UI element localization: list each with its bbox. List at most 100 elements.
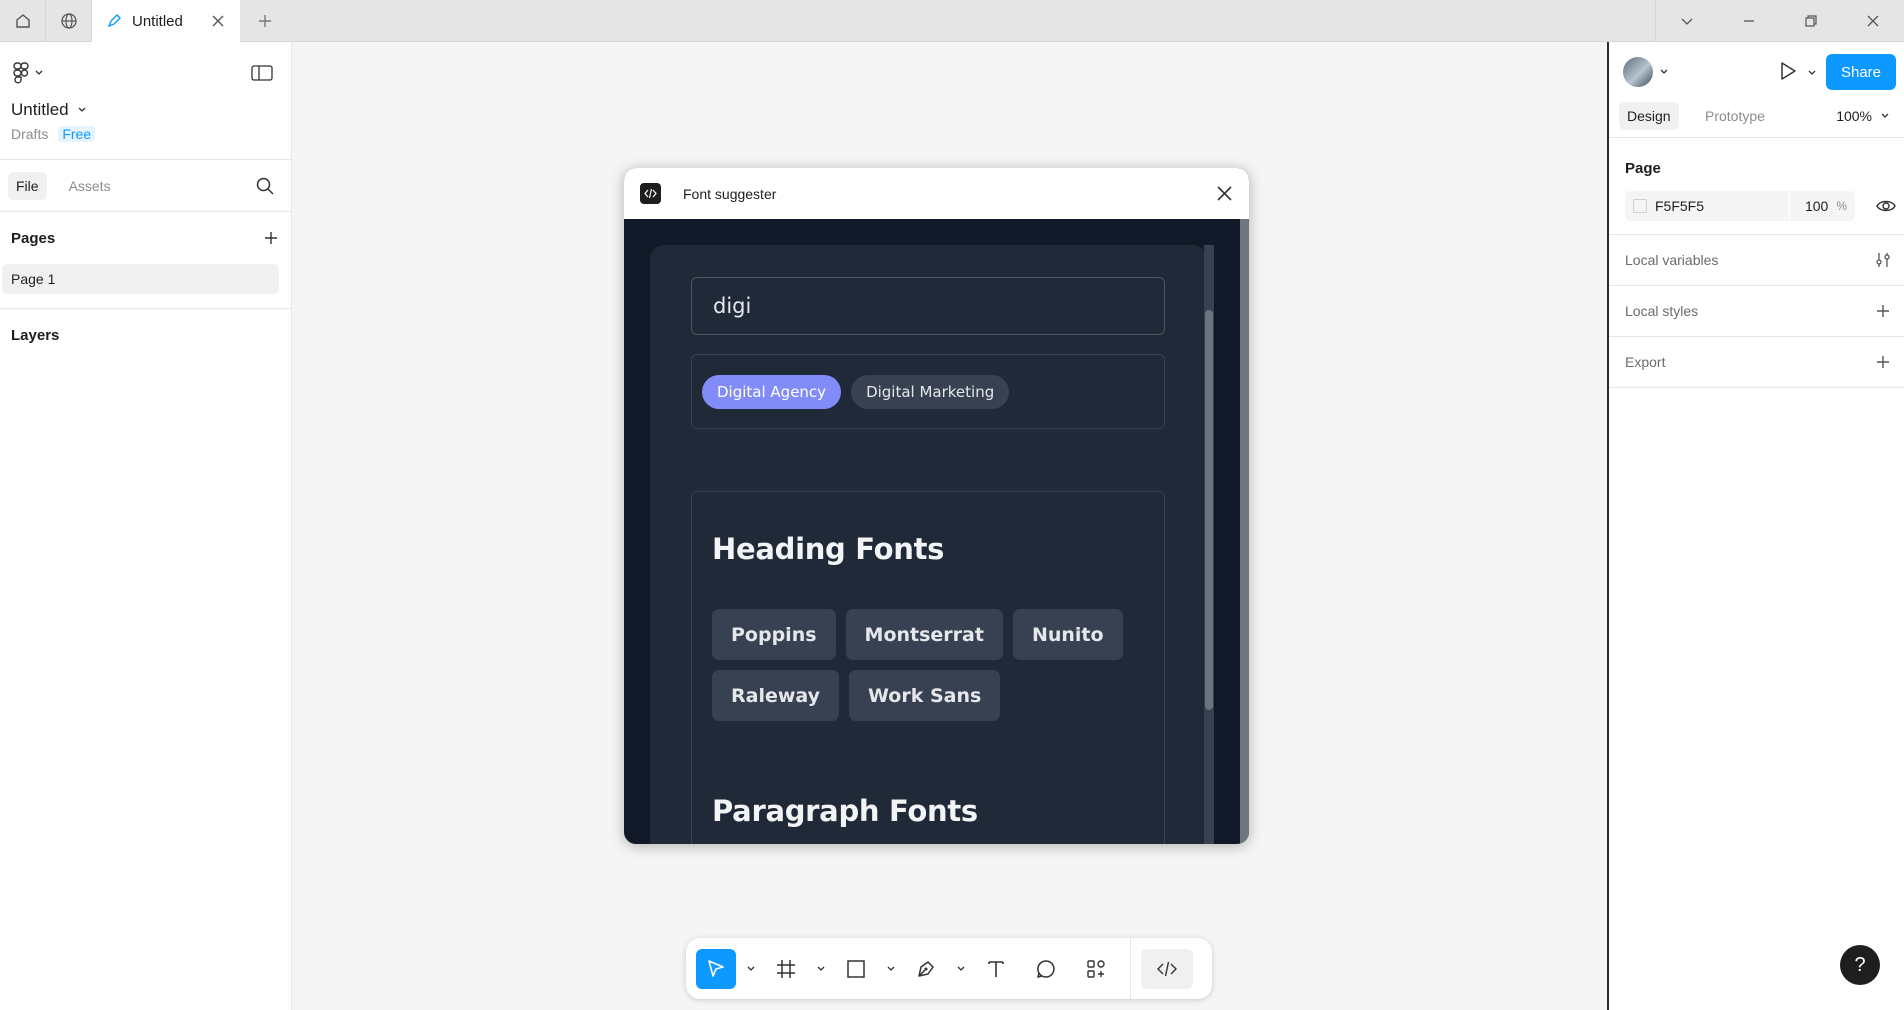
- new-tab-button[interactable]: [240, 0, 290, 41]
- file-title: Untitled: [11, 100, 69, 119]
- drafts-link[interactable]: Drafts: [11, 126, 48, 142]
- home-button[interactable]: [0, 0, 46, 41]
- pen-tool-menu[interactable]: [946, 964, 976, 974]
- plugin-scrollbar[interactable]: [1204, 245, 1214, 844]
- paragraph-fonts-title: Paragraph Fonts: [712, 794, 978, 828]
- chevron-down-icon: [78, 107, 86, 112]
- page-fill-row: F5F5F5 100 %: [1609, 177, 1904, 235]
- plugin-header[interactable]: Font suggester: [624, 168, 1249, 219]
- pen-icon: [918, 960, 934, 977]
- opacity-unit: %: [1836, 199, 1847, 213]
- export-label: Export: [1625, 354, 1666, 370]
- fill-opacity-input[interactable]: 100 %: [1789, 191, 1855, 221]
- font-option[interactable]: Montserrat: [845, 609, 1003, 660]
- sidebar-toggle-icon[interactable]: [251, 64, 273, 82]
- comment-icon: [1036, 959, 1055, 978]
- fonts-results: Heading Fonts Poppins Montserrat Nunito …: [691, 491, 1165, 844]
- eye-icon[interactable]: [1876, 197, 1896, 215]
- local-variables-label: Local variables: [1625, 252, 1719, 268]
- text-tool-button[interactable]: [976, 949, 1016, 989]
- avatar[interactable]: [1623, 57, 1653, 87]
- chevron-down-icon: [957, 966, 965, 971]
- cursor-icon: [708, 959, 724, 977]
- code-icon: [644, 188, 657, 199]
- fill-hex-value[interactable]: F5F5F5: [1655, 198, 1789, 214]
- move-tool-menu[interactable]: [736, 964, 766, 974]
- pen-tool-button[interactable]: [906, 949, 946, 989]
- dev-mode-toggle[interactable]: [1141, 948, 1193, 989]
- zoom-dropdown[interactable]: 100%: [1836, 108, 1890, 124]
- right-panel-tabs: Design Prototype 100%: [1609, 98, 1904, 138]
- scrollbar-thumb[interactable]: [1205, 310, 1213, 710]
- frame-tool-button[interactable]: [766, 949, 806, 989]
- main-menu-button[interactable]: [12, 62, 44, 84]
- shape-tool-menu[interactable]: [876, 964, 906, 974]
- frame-tool-menu[interactable]: [806, 964, 836, 974]
- right-panel: Share Design Prototype 100% Page F5F5F5 …: [1607, 42, 1904, 1010]
- shape-tool-button[interactable]: [836, 949, 876, 989]
- suggestion-chip-digital-agency[interactable]: Digital Agency: [702, 374, 842, 409]
- actions-button[interactable]: [1076, 949, 1116, 989]
- help-button[interactable]: ?: [1840, 945, 1880, 985]
- close-icon: [1867, 15, 1879, 26]
- right-panel-header: Share: [1609, 42, 1904, 98]
- move-tool-button[interactable]: [696, 948, 736, 989]
- home-icon: [15, 13, 30, 28]
- variables-sliders-icon[interactable]: [1874, 251, 1892, 269]
- suggestion-chip-digital-marketing[interactable]: Digital Marketing: [851, 374, 1010, 409]
- file-tab[interactable]: Untitled: [92, 0, 240, 42]
- frame-icon: [777, 959, 795, 978]
- fill-opacity-value: 100: [1804, 198, 1829, 214]
- font-option[interactable]: Work Sans: [849, 670, 1001, 721]
- text-icon: [988, 960, 1004, 977]
- search-icon[interactable]: [255, 176, 275, 196]
- font-option[interactable]: Raleway: [712, 670, 840, 721]
- draft-file-icon: [107, 14, 121, 28]
- tab-prototype[interactable]: Prototype: [1697, 102, 1773, 130]
- keyword-search-input[interactable]: digi: [691, 277, 1165, 335]
- tab-design[interactable]: Design: [1619, 102, 1679, 130]
- export-row[interactable]: Export: [1609, 337, 1904, 388]
- close-icon[interactable]: [1216, 185, 1233, 202]
- local-variables-row[interactable]: Local variables: [1609, 235, 1904, 286]
- plan-badge[interactable]: Free: [58, 126, 96, 142]
- chevron-down-icon[interactable]: [1807, 68, 1817, 78]
- plugin-body: digi Digital Agency Digital Marketing He…: [624, 219, 1249, 844]
- plus-icon[interactable]: [1874, 302, 1892, 320]
- color-swatch[interactable]: [1633, 199, 1647, 213]
- minimize-button[interactable]: [1718, 0, 1780, 41]
- font-option[interactable]: Nunito: [1012, 609, 1123, 660]
- comment-tool-button[interactable]: [1026, 949, 1066, 989]
- present-play-icon[interactable]: [1777, 60, 1799, 82]
- tabs-dropdown-button[interactable]: [1656, 0, 1718, 41]
- tab-assets[interactable]: Assets: [61, 172, 119, 200]
- pages-label: Pages: [11, 229, 56, 247]
- page-fill-input[interactable]: F5F5F5 100 %: [1625, 191, 1855, 221]
- add-page-icon[interactable]: [262, 229, 280, 247]
- left-panel-tabs: File Assets: [0, 160, 291, 212]
- close-window-button[interactable]: [1842, 0, 1904, 41]
- file-title-button[interactable]: Untitled: [11, 100, 87, 120]
- share-button[interactable]: Share: [1826, 54, 1896, 90]
- heading-fonts-grid: Poppins Montserrat Nunito Raleway Work S…: [712, 609, 1132, 721]
- restore-icon: [1805, 14, 1817, 27]
- toolbar-divider: [1130, 938, 1131, 999]
- font-option[interactable]: Poppins: [712, 609, 836, 660]
- chevron-down-icon: [35, 70, 43, 75]
- local-styles-row[interactable]: Local styles: [1609, 286, 1904, 337]
- tab-file[interactable]: File: [8, 171, 47, 200]
- close-tab-icon[interactable]: [210, 13, 226, 29]
- page-item[interactable]: Page 1: [2, 264, 279, 294]
- plus-icon[interactable]: [1874, 353, 1892, 371]
- components-icon: [1087, 959, 1105, 978]
- pages-header: Pages: [0, 212, 291, 264]
- tab-title: Untitled: [132, 12, 183, 30]
- chevron-down-icon: [1881, 113, 1889, 118]
- chevron-down-icon: [747, 966, 755, 971]
- left-panel: Untitled Drafts Free File Assets Pages P…: [0, 42, 292, 1010]
- restore-button[interactable]: [1780, 0, 1842, 41]
- zoom-level: 100%: [1836, 108, 1872, 124]
- rectangle-icon: [847, 959, 865, 978]
- chevron-down-icon[interactable]: [1659, 67, 1669, 77]
- community-button[interactable]: [46, 0, 92, 41]
